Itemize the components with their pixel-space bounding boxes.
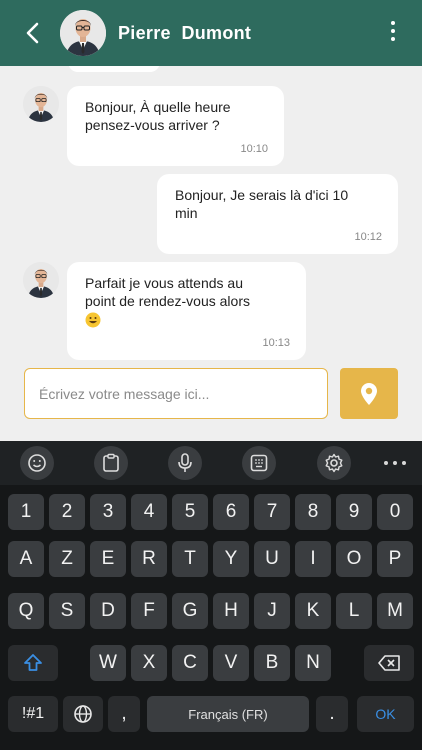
backspace-icon <box>378 655 400 671</box>
key-j[interactable]: J <box>254 593 290 629</box>
key-1[interactable]: 1 <box>8 494 44 530</box>
key-3[interactable]: 3 <box>90 494 126 530</box>
more-horizontal-icon[interactable] <box>384 455 406 471</box>
key-5[interactable]: 5 <box>172 494 208 530</box>
symbols-key[interactable]: !#1 <box>8 696 58 732</box>
shift-icon <box>24 654 42 671</box>
back-button[interactable] <box>18 18 48 48</box>
key-y[interactable]: Y <box>213 541 249 577</box>
key-z[interactable]: Z <box>49 541 85 577</box>
key-u[interactable]: U <box>254 541 290 577</box>
message-bubble-outgoing[interactable]: Bonjour, Je serais là d'ici 10 min 10:12 <box>157 174 398 254</box>
key-x[interactable]: X <box>131 645 167 681</box>
send-location-button[interactable] <box>340 368 398 419</box>
language-key[interactable] <box>63 696 103 732</box>
key-v[interactable]: V <box>213 645 249 681</box>
on-screen-keyboard: 1 2 3 4 5 6 7 8 9 0 A Z E R T Y U I O P … <box>0 441 422 750</box>
key-n[interactable]: N <box>295 645 331 681</box>
key-d[interactable]: D <box>90 593 126 629</box>
key-4[interactable]: 4 <box>131 494 167 530</box>
message-time: 10:12 <box>354 231 382 243</box>
chat-header: Pierre Dumont <box>0 0 422 66</box>
key-6[interactable]: 6 <box>213 494 249 530</box>
key-o[interactable]: O <box>336 541 372 577</box>
key-9[interactable]: 9 <box>336 494 372 530</box>
key-h[interactable]: H <box>213 593 249 629</box>
message-time: 10:10 <box>240 143 268 155</box>
more-vertical-icon[interactable] <box>386 18 400 44</box>
key-s[interactable]: S <box>49 593 85 629</box>
grinning-face-emoji-icon <box>85 312 101 328</box>
key-m[interactable]: M <box>377 593 413 629</box>
backspace-key[interactable] <box>364 645 414 681</box>
globe-icon <box>74 705 92 723</box>
key-q[interactable]: Q <box>8 593 44 629</box>
key-p[interactable]: P <box>377 541 413 577</box>
location-pin-icon <box>361 382 377 405</box>
message-time: 10:13 <box>262 337 290 349</box>
key-k[interactable]: K <box>295 593 331 629</box>
key-l[interactable]: L <box>336 593 372 629</box>
key-w[interactable]: W <box>90 645 126 681</box>
arrow-left-icon <box>26 22 39 44</box>
key-b[interactable]: B <box>254 645 290 681</box>
enter-key[interactable]: OK <box>357 696 414 732</box>
contact-name[interactable]: Pierre Dumont <box>118 23 251 44</box>
key-0[interactable]: 0 <box>377 494 413 530</box>
key-7[interactable]: 7 <box>254 494 290 530</box>
emoji-icon[interactable] <box>20 446 54 480</box>
key-t[interactable]: T <box>172 541 208 577</box>
key-c[interactable]: C <box>172 645 208 681</box>
key-r[interactable]: R <box>131 541 167 577</box>
message-bubble-incoming[interactable]: Bonjour, À quelle heure pensez-vous arri… <box>67 86 284 166</box>
key-2[interactable]: 2 <box>49 494 85 530</box>
message-input-placeholder: Écrivez votre message ici... <box>39 385 210 402</box>
keyboard-toolbar <box>0 441 422 485</box>
key-e[interactable]: E <box>90 541 126 577</box>
space-key[interactable]: Français (FR) <box>147 696 309 732</box>
contact-avatar[interactable] <box>60 10 106 56</box>
period-key[interactable]: . <box>316 696 348 732</box>
message-text: Bonjour, À quelle heure pensez-vous arri… <box>85 99 231 133</box>
message-text: Bonjour, Je serais là d'ici 10 min <box>175 187 349 221</box>
message-text: Parfait je vous attends au point de rend… <box>85 275 250 309</box>
message-bubble-incoming[interactable]: Parfait je vous attends au point de rend… <box>67 262 306 360</box>
microphone-icon[interactable] <box>168 446 202 480</box>
gear-icon[interactable] <box>317 446 351 480</box>
shift-key[interactable] <box>8 645 58 681</box>
message-input[interactable]: Écrivez votre message ici... <box>24 368 328 419</box>
key-i[interactable]: I <box>295 541 331 577</box>
sender-avatar[interactable] <box>23 262 59 298</box>
key-8[interactable]: 8 <box>295 494 331 530</box>
key-a[interactable]: A <box>8 541 44 577</box>
key-g[interactable]: G <box>172 593 208 629</box>
key-f[interactable]: F <box>131 593 167 629</box>
sender-avatar[interactable] <box>23 86 59 122</box>
comma-key[interactable]: , <box>108 696 140 732</box>
keyboard-icon[interactable] <box>242 446 276 480</box>
previous-message-bubble <box>68 66 160 72</box>
clipboard-icon[interactable] <box>94 446 128 480</box>
